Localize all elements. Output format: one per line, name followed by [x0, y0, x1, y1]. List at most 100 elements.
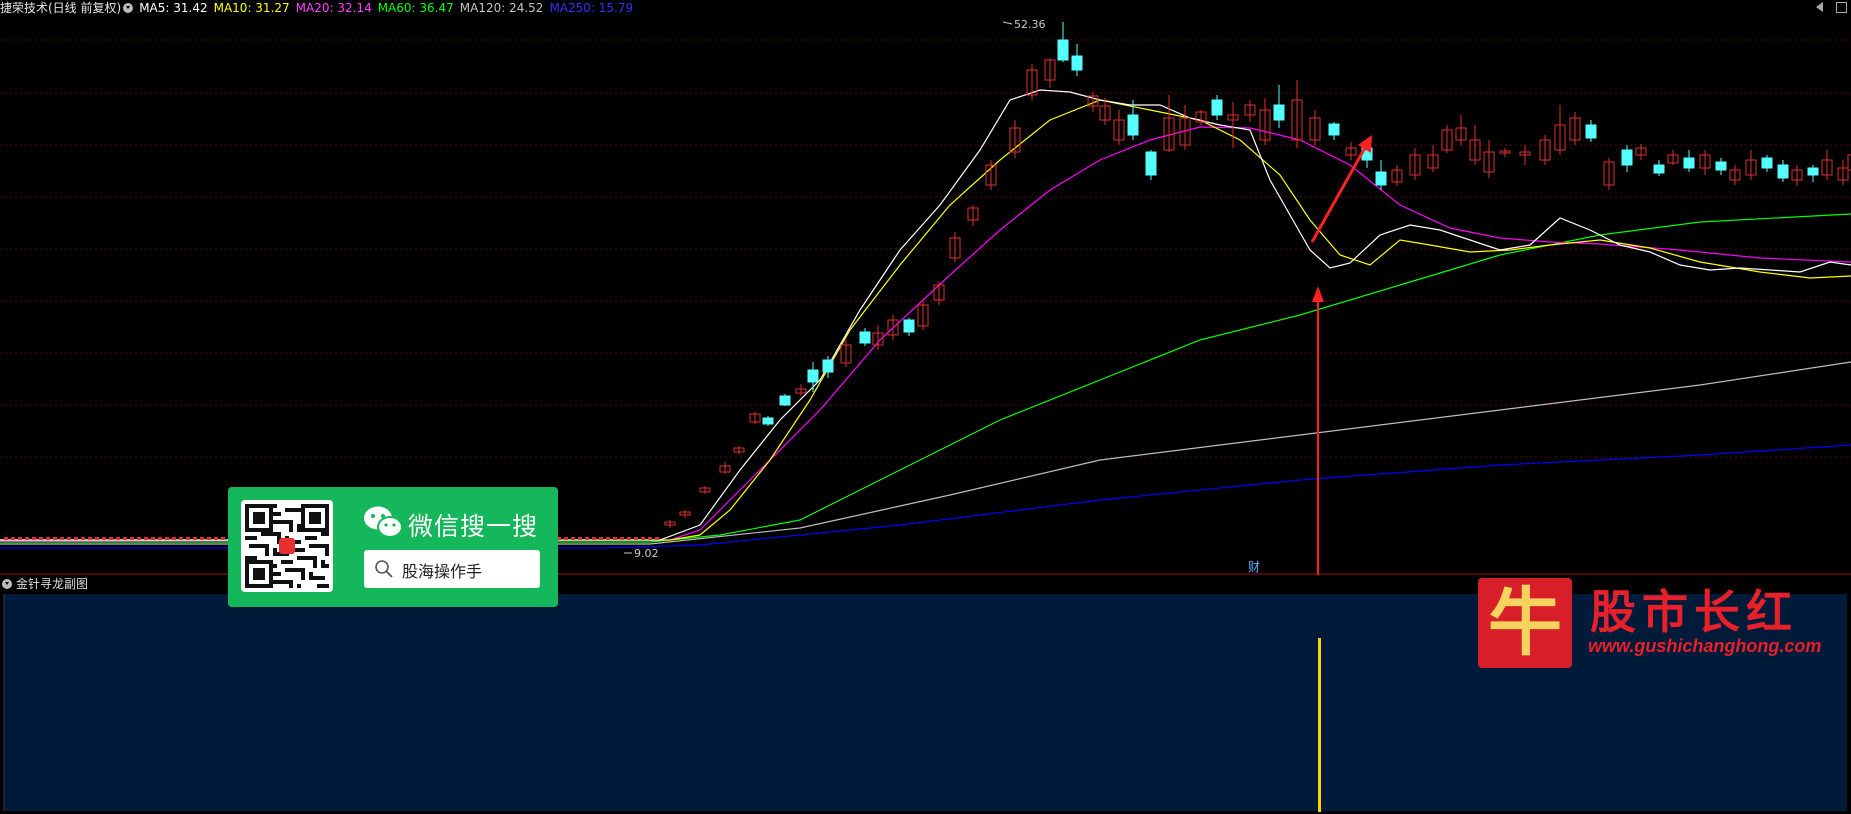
qr-module [289, 568, 293, 572]
qr-module [273, 552, 277, 556]
candle-body[interactable] [1621, 149, 1633, 166]
flat-candle [109, 537, 113, 540]
flat-candle [613, 537, 617, 540]
qr-module [293, 568, 297, 572]
flat-candle [88, 537, 92, 540]
flat-candle [179, 537, 183, 540]
qr-module [301, 576, 305, 580]
candle-body[interactable] [1777, 164, 1789, 179]
flat-candle [585, 537, 589, 540]
qr-module [317, 544, 321, 548]
collapse-icon[interactable] [1816, 2, 1823, 12]
qr-module [305, 536, 309, 540]
qr-module [269, 532, 273, 536]
qr-module [317, 584, 321, 588]
flat-candle [634, 537, 638, 540]
wechat-logo-icon [364, 506, 403, 538]
signal-bar [1318, 638, 1321, 812]
qr-module [277, 520, 281, 524]
candle-body[interactable] [859, 331, 871, 344]
flat-candle [144, 537, 148, 540]
qr-module [285, 520, 289, 524]
brand-url: www.gushichanghong.com [1588, 636, 1822, 656]
qr-module [321, 532, 325, 536]
wechat-search-box[interactable]: 股海操作手 [364, 550, 540, 588]
flat-candle [67, 537, 71, 540]
flat-candle [200, 537, 204, 540]
qr-module [297, 556, 301, 560]
qr-module [277, 512, 281, 516]
candle-body[interactable] [1127, 114, 1139, 136]
candle-body[interactable] [903, 319, 915, 333]
flat-candle [221, 537, 225, 540]
qr-module [317, 576, 321, 580]
qr-module [253, 536, 257, 540]
candle-body[interactable] [807, 369, 819, 383]
flat-candle [158, 537, 162, 540]
high-price-label: 52.36 [1014, 18, 1046, 31]
qr-module [289, 520, 293, 524]
qr-module [313, 544, 317, 548]
candle-body[interactable] [1807, 167, 1819, 176]
brand-logo: 牛 [1478, 578, 1572, 668]
brand-logo-char: 牛 [1488, 580, 1562, 666]
qr-module [265, 532, 269, 536]
ma-line-3 [0, 126, 1851, 542]
flat-candle [137, 537, 141, 540]
qr-module [325, 532, 329, 536]
price-gridlines [0, 39, 1851, 458]
candle-body[interactable] [762, 417, 774, 425]
qr-module [325, 564, 329, 568]
flat-candle [599, 537, 603, 540]
indicator-settings-icon[interactable] [123, 3, 134, 13]
candle-body[interactable] [1057, 39, 1069, 61]
flat-candle [53, 537, 57, 540]
qr-module [321, 560, 325, 564]
qr-module [273, 572, 277, 576]
candle-body[interactable] [1375, 171, 1387, 186]
qr-module [273, 504, 277, 508]
finance-marker[interactable]: 财 [1248, 560, 1260, 574]
candle-body[interactable] [1328, 123, 1340, 136]
flat-candle [207, 537, 211, 540]
qr-module [257, 544, 261, 548]
sub-settings-icon[interactable] [2, 579, 12, 589]
qr-module [289, 524, 293, 528]
qr-module [285, 568, 289, 572]
candlesticks[interactable] [664, 22, 1851, 528]
qr-module [289, 508, 293, 512]
flat-candle [571, 537, 575, 540]
flat-candle [592, 537, 596, 540]
moving-average-lines [0, 89, 1851, 549]
qr-module [313, 560, 317, 564]
flat-candle [186, 537, 190, 540]
sub-indicator-panel[interactable] [0, 575, 1851, 814]
wechat-search-card[interactable]: 微信搜一搜 股海操作手 [228, 487, 558, 607]
candle-body[interactable] [1585, 124, 1597, 139]
qr-module [245, 536, 249, 540]
ma250-label: MA250: 15.79 [549, 1, 634, 15]
flat-candle [46, 537, 50, 540]
qr-module [289, 528, 293, 532]
flat-candle [123, 537, 127, 540]
flat-candle [564, 537, 568, 540]
candle-body[interactable] [1761, 157, 1773, 169]
candle-body[interactable] [1715, 161, 1727, 171]
candle-body[interactable] [1653, 164, 1665, 174]
qr-module [309, 536, 313, 540]
flat-candle [151, 537, 155, 540]
candle-body[interactable] [1683, 157, 1695, 169]
qr-module [261, 544, 265, 548]
candle-body[interactable] [1273, 104, 1285, 121]
qr-module [289, 580, 293, 584]
wechat-search-title: 微信搜一搜 [408, 512, 539, 541]
candle-body[interactable] [779, 395, 791, 406]
candle-body[interactable] [1071, 55, 1083, 71]
qr-module [297, 508, 301, 512]
ma60-label: MA60: 36.47 [377, 1, 454, 15]
maximize-icon[interactable] [1836, 2, 1847, 13]
candle-body[interactable] [1145, 151, 1157, 176]
candle-body[interactable] [1211, 99, 1223, 116]
candle-body[interactable] [822, 359, 834, 373]
wechat-search-text: 股海操作手 [402, 562, 483, 581]
